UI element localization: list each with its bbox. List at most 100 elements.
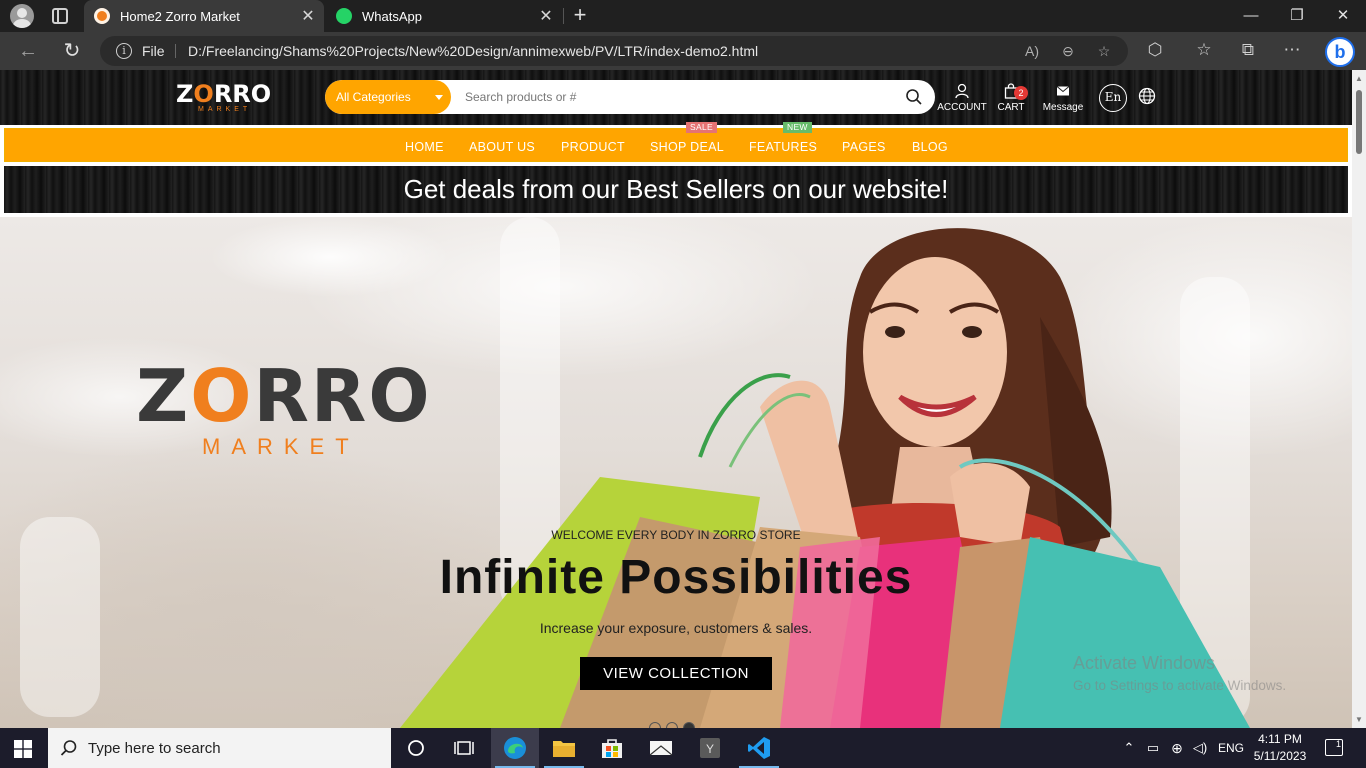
language-indicator[interactable]: ENG xyxy=(1215,728,1247,768)
taskbar-search-placeholder: Type here to search xyxy=(88,740,221,757)
zorro-favicon-icon xyxy=(94,8,110,24)
zorro-logo[interactable]: ZORRO MARKET xyxy=(176,82,286,116)
nav-product[interactable]: PRODUCT xyxy=(561,140,625,154)
microsoft-store-icon[interactable] xyxy=(588,728,636,768)
task-view-icon[interactable] xyxy=(440,728,488,768)
favorites-icon[interactable]: ☆ xyxy=(1193,39,1215,61)
hero-slider: ZORRO MARKET WELCOME EVERY BODY IN ZORRO… xyxy=(0,217,1352,728)
edge-taskbar-icon[interactable] xyxy=(491,728,539,768)
hero-description: Increase your exposure, customers & sale… xyxy=(539,620,813,636)
nav-pages[interactable]: PAGES xyxy=(842,140,886,154)
tab-title: Home2 Zorro Market xyxy=(120,8,240,24)
back-arrow-icon[interactable]: ← xyxy=(15,39,41,63)
cart-button[interactable]: CART 2 xyxy=(994,82,1028,113)
mail-icon[interactable] xyxy=(637,728,685,768)
logo-letter-o: O xyxy=(190,354,254,438)
account-button[interactable]: ACCOUNT xyxy=(937,82,987,113)
nav-label: FEATURES xyxy=(749,140,818,154)
scroll-thumb[interactable] xyxy=(1356,90,1362,154)
tab-divider xyxy=(563,8,564,24)
taskbar-search-box[interactable]: Type here to search xyxy=(48,728,391,768)
nav-shop-deal[interactable]: SALE SHOP DEAL xyxy=(650,122,725,154)
site-header: ZORRO MARKET All Categories ACCOUNT xyxy=(0,70,1352,125)
search-icon[interactable] xyxy=(905,88,923,106)
close-tab-icon[interactable]: ✕ xyxy=(298,6,318,26)
extensions-icon[interactable]: ⬡ xyxy=(1144,39,1166,61)
battery-icon[interactable]: ▭ xyxy=(1143,728,1163,768)
new-badge: NEW xyxy=(783,122,812,133)
zoom-out-icon[interactable]: ⊖ xyxy=(1058,41,1078,61)
scroll-up-icon[interactable]: ▲ xyxy=(1355,74,1363,83)
envelope-icon xyxy=(1056,86,1070,96)
yahoo-app-icon[interactable]: Y xyxy=(686,728,734,768)
shopping-woman-image xyxy=(400,228,1250,728)
tab-whatsapp[interactable]: WhatsApp ✕ xyxy=(326,0,562,32)
browser-tab-bar: Home2 Zorro Market ✕ WhatsApp ✕ + — ❐ ✕ xyxy=(0,0,1366,32)
bing-chat-icon[interactable]: b xyxy=(1325,37,1355,67)
whatsapp-favicon-icon xyxy=(336,8,352,24)
read-aloud-icon[interactable]: A) xyxy=(1022,41,1042,61)
network-icon[interactable]: ⊕ xyxy=(1167,728,1187,768)
collections-icon[interactable]: ⧉ xyxy=(1237,39,1259,61)
view-collection-button[interactable]: VIEW COLLECTION xyxy=(580,657,772,690)
clock-time: 4:11 PM xyxy=(1258,732,1302,746)
watermark-line2: Go to Settings to activate Windows. xyxy=(1073,678,1287,693)
cortana-icon[interactable] xyxy=(392,728,440,768)
tab-zorro-market[interactable]: Home2 Zorro Market ✕ xyxy=(84,0,324,32)
cart-label: CART xyxy=(997,102,1025,113)
nav-home[interactable]: HOME xyxy=(405,140,444,154)
logo-letter: Z xyxy=(136,354,191,438)
language-button[interactable]: En xyxy=(1099,84,1127,112)
logo-letter: Z xyxy=(176,80,194,108)
windows-taskbar: Type here to search Y ⌃ ▭ ⊕ ◁) ENG 4:11 … xyxy=(0,728,1366,768)
divider xyxy=(175,44,176,58)
url-text[interactable]: D:/Freelancing/Shams%20Projects/New%20De… xyxy=(188,43,758,59)
windows-start-icon[interactable] xyxy=(14,740,32,758)
nav-blog[interactable]: BLOG xyxy=(912,140,948,154)
category-label: All Categories xyxy=(336,90,411,104)
hero-zorro-logo: ZORRO MARKET xyxy=(136,360,456,460)
scroll-down-icon[interactable]: ▼ xyxy=(1355,715,1363,724)
info-icon[interactable]: i xyxy=(116,43,132,59)
profile-avatar-icon[interactable] xyxy=(10,4,34,28)
globe-icon[interactable] xyxy=(1138,87,1156,105)
window-close-icon[interactable]: ✕ xyxy=(1320,0,1366,32)
logo-letters: RRO xyxy=(213,80,272,108)
search-input[interactable] xyxy=(465,80,885,114)
promo-banner: Get deals from our Best Sellers on our w… xyxy=(4,166,1348,213)
file-explorer-icon[interactable] xyxy=(540,728,588,768)
protocol-label: File xyxy=(142,43,165,59)
vscode-icon[interactable] xyxy=(735,728,783,768)
account-label: ACCOUNT xyxy=(937,102,987,113)
tab-actions-icon[interactable] xyxy=(52,8,68,24)
sale-badge: SALE xyxy=(686,122,717,133)
category-dropdown[interactable]: All Categories xyxy=(325,80,451,114)
nav-label: BLOG xyxy=(912,140,948,154)
search-icon xyxy=(60,740,77,756)
address-field[interactable]: i File D:/Freelancing/Shams%20Projects/N… xyxy=(100,36,1128,66)
hero-subtitle: WELCOME EVERY BODY IN ZORRO STORE xyxy=(551,528,801,542)
nav-label: HOME xyxy=(405,140,444,154)
nav-features[interactable]: NEW FEATURES xyxy=(749,122,818,154)
logo-subtitle: MARKET xyxy=(198,106,252,113)
add-favorite-icon[interactable]: ☆ xyxy=(1094,41,1114,61)
restore-icon[interactable]: ❐ xyxy=(1274,0,1320,32)
page-scrollbar[interactable]: ▲ ▼ xyxy=(1352,70,1366,728)
tab-title: WhatsApp xyxy=(362,8,422,24)
message-button[interactable]: Message xyxy=(1037,82,1089,113)
hero-title: Infinite Possibilities xyxy=(439,551,913,604)
new-tab-icon[interactable]: + xyxy=(570,3,590,27)
message-label: Message xyxy=(1042,102,1084,113)
volume-icon[interactable]: ◁) xyxy=(1190,728,1210,768)
minimize-icon[interactable]: — xyxy=(1228,0,1274,32)
nav-label: SHOP DEAL xyxy=(650,140,725,154)
show-hidden-icons-icon[interactable]: ⌃ xyxy=(1120,728,1138,768)
nav-about-us[interactable]: ABOUT US xyxy=(469,140,535,154)
notification-center-icon[interactable]: 1 xyxy=(1325,739,1343,756)
nav-label: PRODUCT xyxy=(561,140,625,154)
close-tab-icon[interactable]: ✕ xyxy=(536,6,556,26)
refresh-icon[interactable]: ↻ xyxy=(59,39,85,63)
cart-count-badge: 2 xyxy=(1014,86,1028,100)
more-options-icon[interactable]: ⋯ xyxy=(1281,39,1303,61)
taskbar-clock[interactable]: 4:11 PM 5/11/2023 xyxy=(1250,731,1310,765)
